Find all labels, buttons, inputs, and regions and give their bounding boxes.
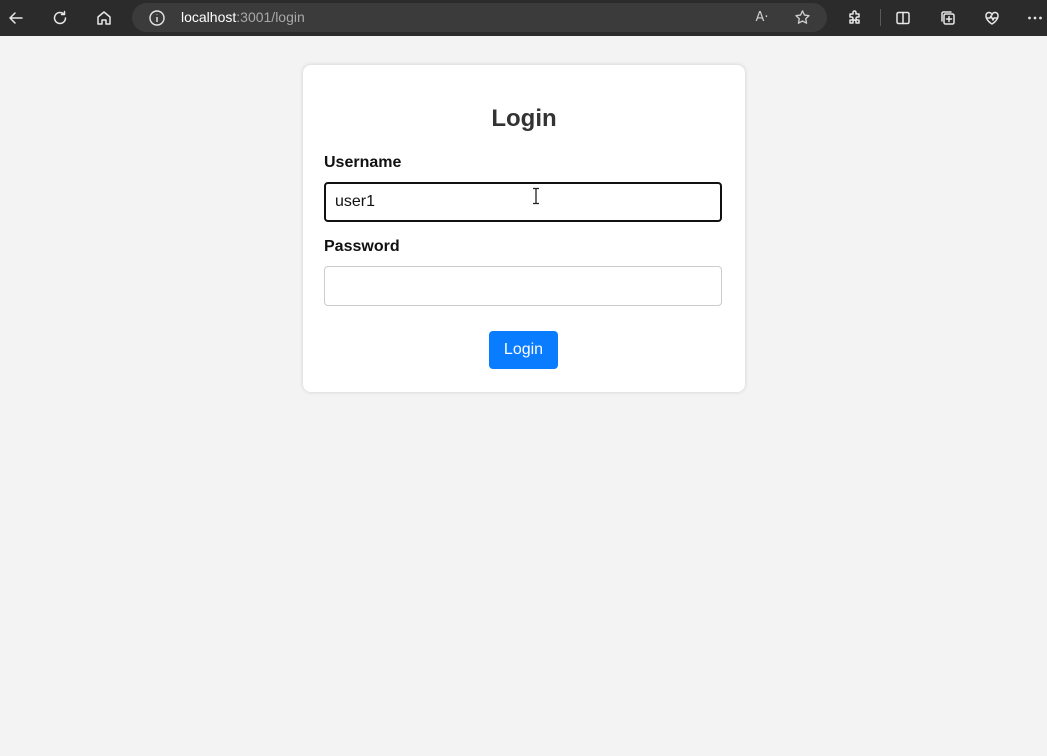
collections-icon[interactable]: [934, 4, 962, 32]
read-aloud-label: A·: [755, 9, 769, 25]
home-icon[interactable]: [90, 4, 118, 32]
username-input[interactable]: [324, 182, 722, 222]
back-arrow-icon[interactable]: [2, 4, 30, 32]
favorite-star-icon[interactable]: [790, 5, 814, 29]
url-path: :3001/login: [236, 9, 305, 25]
login-title: Login: [491, 105, 557, 132]
password-label: Password: [324, 238, 400, 255]
username-label: Username: [324, 154, 402, 171]
login-button[interactable]: Login: [489, 331, 558, 369]
url-host: localhost: [181, 9, 237, 25]
address-bar[interactable]: localhost:3001/login A·: [132, 3, 827, 32]
browser-essentials-icon[interactable]: [978, 4, 1006, 32]
browser-toolbar: localhost:3001/login A·: [0, 0, 1047, 36]
more-options-icon[interactable]: [1021, 4, 1047, 32]
split-screen-icon[interactable]: [889, 4, 917, 32]
login-card: Login Username Password Login: [303, 65, 745, 392]
password-input[interactable]: [324, 266, 722, 306]
info-icon[interactable]: [148, 9, 166, 27]
text-cursor-icon: [531, 187, 541, 205]
read-aloud-icon[interactable]: A·: [750, 5, 774, 29]
url-text[interactable]: localhost:3001/login: [181, 9, 305, 26]
extensions-icon[interactable]: [841, 4, 869, 32]
refresh-icon[interactable]: [46, 4, 74, 32]
toolbar-divider: [880, 9, 881, 26]
